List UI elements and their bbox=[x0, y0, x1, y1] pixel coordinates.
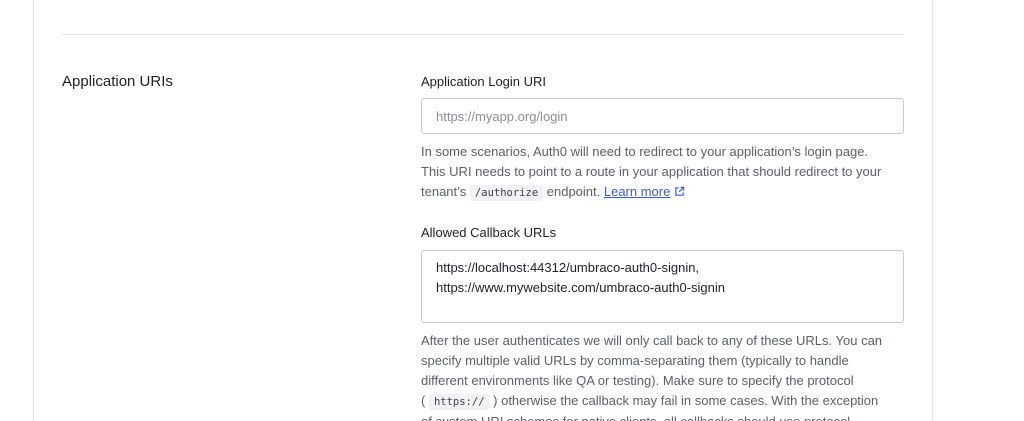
learn-more-link[interactable]: Learn more bbox=[604, 184, 670, 199]
login-uri-help-prefix: tenant’s bbox=[421, 184, 470, 199]
login-uri-help-line1: In some scenarios, Auth0 will need to re… bbox=[421, 144, 869, 159]
section-divider bbox=[62, 34, 904, 35]
login-uri-help-line2: This URI needs to point to a route in yo… bbox=[421, 164, 882, 179]
login-uri-help-line3: tenant’s /authorize endpoint. Learn more bbox=[421, 182, 911, 203]
https-code: https:// bbox=[428, 394, 490, 410]
section-title: Application URIs bbox=[62, 73, 173, 90]
callback-help-line1: After the user authenticates we will onl… bbox=[421, 333, 883, 348]
login-uri-input[interactable] bbox=[421, 98, 904, 134]
settings-page: Application URIs Application Login URI I… bbox=[0, 0, 1024, 421]
callback-urls-label: Allowed Callback URLs bbox=[421, 225, 557, 240]
login-uri-label: Application Login URI bbox=[421, 74, 547, 89]
authorize-code: /authorize bbox=[469, 185, 544, 201]
login-uri-help: In some scenarios, Auth0 will need to re… bbox=[421, 142, 911, 203]
callback-help-rest: ) otherwise the callback may fail in som… bbox=[489, 393, 879, 408]
callback-help-open: ( bbox=[421, 393, 429, 408]
callback-help-line2: specify multiple valid URLs by comma-sep… bbox=[421, 353, 849, 368]
callback-urls-help: After the user authenticates we will onl… bbox=[421, 331, 911, 421]
callback-help-line4: ( https:// ) otherwise the callback may … bbox=[421, 391, 911, 412]
callback-help-line5: of custom URI schemes for native clients… bbox=[421, 412, 911, 421]
login-uri-help-suffix: endpoint. bbox=[543, 184, 604, 199]
external-link-icon[interactable] bbox=[674, 183, 685, 203]
callback-help-line3: different environments like QA or testin… bbox=[421, 373, 854, 388]
callback-urls-textarea[interactable]: https://localhost:44312/umbraco-auth0-si… bbox=[421, 250, 904, 323]
